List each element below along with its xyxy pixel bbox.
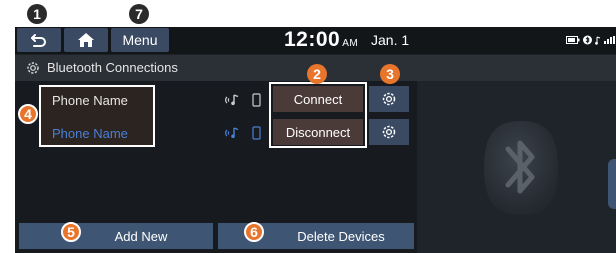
clock: 12:00 AM <box>284 28 358 52</box>
device-name-1[interactable]: Phone Name <box>52 93 128 108</box>
screen: Menu 12:00 AM Jan. 1 Bluetooth Connectio… <box>15 27 616 253</box>
music-icon <box>595 36 601 45</box>
action-highlight <box>269 82 367 148</box>
time-value: 12:00 <box>284 28 341 51</box>
phone-name-list: Phone Name Phone Name <box>39 85 155 147</box>
page-title: Bluetooth Connections <box>47 60 178 75</box>
audio-icon-2 <box>225 127 239 139</box>
date: Jan. 1 <box>371 32 410 48</box>
bluetooth-graphic-panel <box>418 81 616 253</box>
callout-5: 5 <box>61 222 81 242</box>
bluetooth-logo-icon <box>484 121 558 215</box>
callout-6: 6 <box>244 222 264 242</box>
ampm: AM <box>342 38 359 49</box>
device-settings-button-1[interactable] <box>369 86 409 112</box>
audio-icon-1 <box>225 94 239 106</box>
bluetooth-status-icon <box>583 35 592 45</box>
side-handle[interactable] <box>608 159 616 209</box>
callout-4: 4 <box>18 104 38 124</box>
callout-3: 3 <box>380 64 400 84</box>
home-icon <box>78 33 94 47</box>
gear-icon <box>382 125 396 139</box>
back-button[interactable] <box>17 28 61 52</box>
status-icons <box>566 35 616 45</box>
callout-2: 2 <box>307 64 327 84</box>
top-bar: Menu 12:00 AM Jan. 1 <box>15 27 616 54</box>
callout-1: 1 <box>27 4 47 24</box>
callout-7: 7 <box>129 4 149 24</box>
phone-icon-1 <box>252 93 261 107</box>
add-new-button[interactable]: Add New <box>19 223 213 249</box>
battery-icon <box>566 36 580 44</box>
settings-gear-icon <box>27 62 39 74</box>
back-icon <box>31 34 46 47</box>
home-button[interactable] <box>64 28 108 52</box>
phone-icon-2 <box>252 126 261 140</box>
device-settings-button-2[interactable] <box>369 119 409 145</box>
gear-icon <box>382 92 396 106</box>
signal-icon <box>604 36 615 44</box>
menu-button[interactable]: Menu <box>111 28 169 52</box>
device-name-2[interactable]: Phone Name <box>52 126 128 141</box>
